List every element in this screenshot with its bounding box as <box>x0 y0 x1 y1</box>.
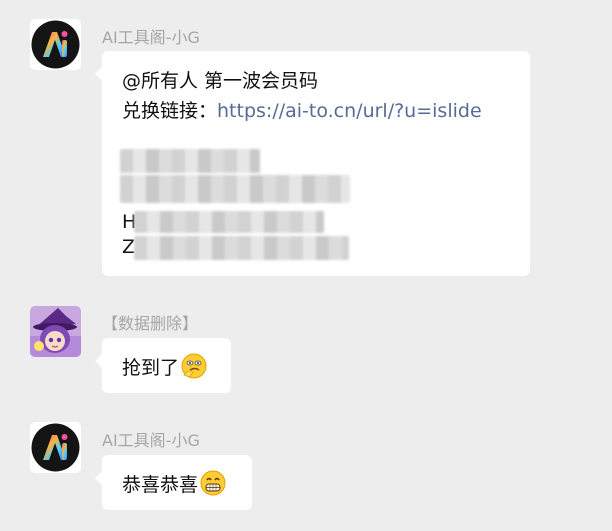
message-text-link-line: 兑换链接：https://ai-to.cn/url/?u=islide <box>122 96 482 123</box>
anime-witch-avatar[interactable] <box>30 306 81 357</box>
message-bubble[interactable]: 抢到了 <box>95 338 231 393</box>
redeem-link[interactable]: https://ai-to.cn/url/?u=islide <box>217 100 482 122</box>
ai-logo-avatar[interactable] <box>30 422 81 473</box>
redacted-block <box>134 236 349 260</box>
chat-message-1: AI工具阁-小G @所有人 第一波会员码 兑换链接：https://ai-to.… <box>0 0 612 290</box>
message-text-line: 恭喜恭喜 <box>122 469 227 502</box>
message-text: @所有人 第一波会员码 <box>122 70 319 92</box>
redacted-block <box>134 211 324 233</box>
chat-message-2: 【数据删除】 抢到了 <box>0 290 612 410</box>
thinking-face-emoji <box>180 352 208 385</box>
message-bubble[interactable]: @所有人 第一波会员码 兑换链接：https://ai-to.cn/url/?u… <box>95 51 530 276</box>
sender-name: 【数据删除】 <box>102 314 199 333</box>
message-text: 抢到了 <box>122 357 180 379</box>
message-bubble[interactable]: 恭喜恭喜 <box>95 455 252 510</box>
sender-name: AI工具阁-小G <box>102 28 200 47</box>
grinning-face-emoji <box>199 469 227 502</box>
redacted-block <box>120 149 260 173</box>
link-prefix: 兑换链接： <box>122 100 218 122</box>
message-text-line: 抢到了 <box>122 352 208 385</box>
message-text: 恭喜恭喜 <box>122 474 199 496</box>
sender-name: AI工具阁-小G <box>102 431 200 450</box>
ai-logo-avatar[interactable] <box>30 19 81 70</box>
chat-message-3: AI工具阁-小G 恭喜恭喜 <box>0 410 612 531</box>
redacted-block <box>120 175 350 203</box>
